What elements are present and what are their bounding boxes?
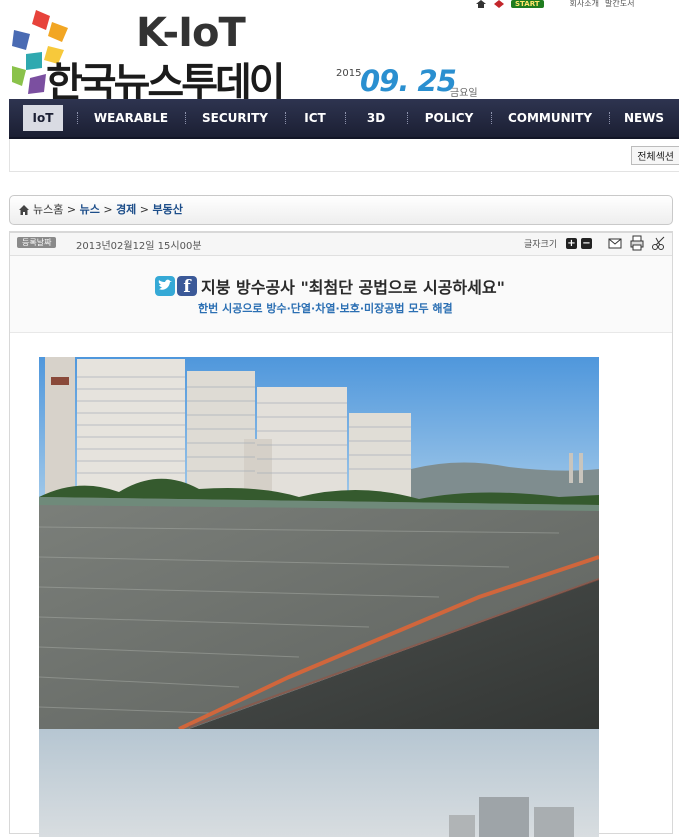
breadcrumb-news[interactable]: 뉴스 <box>80 203 100 216</box>
start-page-button[interactable]: START <box>511 0 544 8</box>
breadcrumb-separator: > <box>99 203 117 216</box>
facebook-share-icon[interactable]: f <box>177 276 197 297</box>
home-icon[interactable] <box>475 0 487 8</box>
article-photo <box>39 357 599 837</box>
breadcrumb: 뉴스홈 > 뉴스 > 경제 > 부동산 <box>9 195 673 225</box>
publications-link[interactable]: 발간도서 <box>605 0 634 8</box>
headline-area: f 지붕 방수공사 "최첨단 공법으로 시공하세요" 한번 시공으로 방수·단열… <box>10 256 672 333</box>
nav-item-policy[interactable]: POLICY <box>407 99 491 137</box>
top-utility-bar: START 회사소개 발간도서 <box>475 0 634 10</box>
font-size-label: 글자크기 <box>524 240 558 250</box>
print-icon[interactable] <box>629 235 645 251</box>
home-icon[interactable] <box>18 204 30 216</box>
article-subheadline: 한번 시공으로 방수·단열·차열·보호·미장공법 모두 해결 <box>198 302 453 315</box>
nav-item-community[interactable]: COMMUNITY <box>491 99 609 137</box>
font-decrease-button[interactable]: − <box>581 238 592 249</box>
twitter-share-icon[interactable] <box>155 276 175 296</box>
font-increase-button[interactable]: + <box>566 238 577 249</box>
bookmark-icon[interactable] <box>493 0 505 8</box>
article-date: 2013년02월12일 15시00분 <box>76 241 202 252</box>
nav-item-wearable[interactable]: WEARABLE <box>77 99 185 137</box>
scrap-icon[interactable] <box>651 235 667 251</box>
article-container: 등록날짜 2013년02월12일 15시00분 글자크기 + − f 지붕 방수… <box>9 231 673 837</box>
date-year: 2015 <box>336 68 362 79</box>
date-weekday: 금요일 <box>450 88 478 99</box>
breadcrumb-home[interactable]: 뉴스홈 <box>33 203 63 216</box>
registered-date-label: 등록날짜 <box>17 237 57 248</box>
all-sections-button[interactable]: 전체섹션 <box>631 146 679 165</box>
nav-item-ict[interactable]: ICT <box>285 99 345 137</box>
company-intro-link[interactable]: 회사소개 <box>570 0 599 8</box>
article-headline: 지붕 방수공사 "최첨단 공법으로 시공하세요" <box>201 278 505 297</box>
breadcrumb-economy[interactable]: 경제 <box>116 203 136 216</box>
nav-item-3d[interactable]: 3D <box>345 99 407 137</box>
nav-item-news[interactable]: NEWS <box>609 99 679 137</box>
main-navigation: IoT WEARABLE SECURITY ICT 3D POLICY COMM… <box>9 99 679 139</box>
email-icon[interactable] <box>607 235 623 251</box>
breadcrumb-separator: > <box>63 203 80 216</box>
date-month-day: 09. 25 <box>360 64 457 98</box>
breadcrumb-real-estate[interactable]: 부동산 <box>153 203 183 216</box>
nav-item-iot[interactable]: IoT <box>9 99 77 137</box>
nav-item-security[interactable]: SECURITY <box>185 99 285 137</box>
article-meta-bar: 등록날짜 2013년02월12일 15시00분 글자크기 + − <box>10 233 672 256</box>
sub-menu-bar: 전체섹션 <box>9 139 679 172</box>
breadcrumb-separator: > <box>136 203 153 216</box>
site-logo[interactable]: K-IoT 한국뉴스투데이 <box>12 8 314 106</box>
